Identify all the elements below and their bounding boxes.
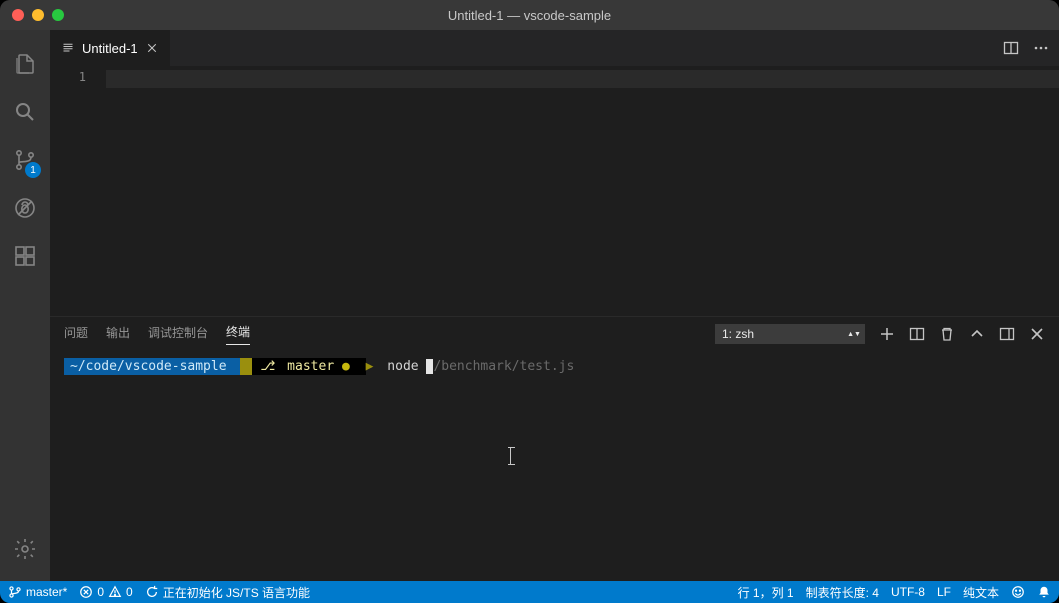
line-gutter: 1 — [50, 66, 106, 316]
terminal-prompt: ~/code/vscode-sample ⎇ master ● ▶ — [64, 358, 381, 375]
status-errors: 0 — [97, 585, 104, 599]
activity-bar: 1 — [0, 30, 50, 581]
layout-icon — [999, 326, 1015, 342]
branch-icon: ⎇ — [260, 359, 275, 374]
sync-icon — [145, 585, 159, 599]
minimize-window-button[interactable] — [32, 9, 44, 21]
editor-actions — [1003, 30, 1059, 66]
status-notifications[interactable] — [1037, 585, 1051, 599]
close-icon — [146, 42, 158, 54]
terminal-selector[interactable]: 1: zsh ▲▼ — [715, 324, 865, 344]
status-line-col[interactable]: 行 1，列 1 — [738, 584, 794, 601]
error-icon — [79, 585, 93, 599]
panel-actions: 1: zsh ▲▼ — [715, 324, 1045, 344]
status-warnings: 0 — [126, 585, 133, 599]
editor-area[interactable]: 1 — [50, 66, 1059, 316]
maximize-panel-button[interactable] — [969, 326, 985, 342]
panel-tab-terminal[interactable]: 终端 — [226, 323, 250, 345]
extensions-icon — [13, 244, 37, 268]
status-eol[interactable]: LF — [937, 585, 951, 599]
search-icon — [13, 100, 37, 124]
line-1[interactable] — [106, 70, 1059, 88]
status-tab-size[interactable]: 制表符长度: 4 — [806, 584, 879, 601]
status-bar: master* 0 0 正在初始化 JS/TS 语言功能 行 1，列 1 制表符… — [0, 581, 1059, 603]
kill-terminal-button[interactable] — [939, 326, 955, 342]
split-terminal-button[interactable] — [909, 326, 925, 342]
window-title: Untitled-1 — vscode-sample — [0, 8, 1059, 23]
extensions-tab[interactable] — [1, 232, 49, 280]
status-initializing[interactable]: 正在初始化 JS/TS 语言功能 — [145, 584, 310, 601]
editor-tab-untitled[interactable]: Untitled-1 — [50, 30, 170, 66]
prompt-cwd: ~/code/vscode-sample — [64, 358, 240, 375]
dirty-dot-icon: ● — [342, 359, 358, 374]
panel-tab-output[interactable]: 输出 — [106, 324, 130, 345]
search-tab[interactable] — [1, 88, 49, 136]
text-cursor-ibeam — [510, 447, 511, 465]
warning-icon — [108, 585, 122, 599]
status-problems[interactable]: 0 0 — [79, 585, 132, 599]
scm-badge: 1 — [25, 162, 41, 178]
chevron-up-icon — [969, 326, 985, 342]
close-window-button[interactable] — [12, 9, 24, 21]
smiley-icon — [1011, 585, 1025, 599]
ellipsis-icon — [1033, 40, 1049, 56]
split-icon — [909, 326, 925, 342]
vscode-window: Untitled-1 — vscode-sample 1 — [0, 0, 1059, 603]
settings-gear[interactable] — [1, 525, 49, 573]
close-icon — [1029, 326, 1045, 342]
more-actions-button[interactable] — [1033, 40, 1049, 56]
editor-panel-area: Untitled-1 1 — [50, 30, 1059, 581]
status-branch-label: master* — [26, 585, 67, 599]
status-feedback[interactable] — [1011, 585, 1025, 599]
source-control-tab[interactable]: 1 — [1, 136, 49, 184]
panel-tab-problems[interactable]: 问题 — [64, 324, 88, 345]
status-encoding[interactable]: UTF-8 — [891, 585, 925, 599]
tab-label: Untitled-1 — [82, 41, 138, 56]
status-initializing-label: 正在初始化 JS/TS 语言功能 — [163, 584, 310, 601]
status-branch[interactable]: master* — [8, 585, 67, 599]
panel-tab-debug-console[interactable]: 调试控制台 — [148, 324, 208, 345]
status-language[interactable]: 纯文本 — [963, 584, 999, 601]
bottom-panel: 问题 输出 调试控制台 终端 1: zsh ▲▼ — [50, 316, 1059, 581]
terminal[interactable]: ~/code/vscode-sample ⎇ master ● ▶ node /… — [50, 351, 1059, 581]
prompt-branch: master — [279, 359, 342, 374]
file-icon — [60, 42, 76, 54]
toggle-panel-position-button[interactable] — [999, 326, 1015, 342]
prompt-branch-segment: ⎇ master ● — [252, 358, 365, 375]
maximize-window-button[interactable] — [52, 9, 64, 21]
new-terminal-button[interactable] — [879, 326, 895, 342]
terminal-autosuggest: /benchmark/test.js — [433, 359, 574, 374]
split-icon — [1003, 40, 1019, 56]
trash-icon — [939, 326, 955, 342]
editor-lines[interactable] — [106, 66, 1059, 316]
explorer-tab[interactable] — [1, 40, 49, 88]
prompt-sep — [240, 358, 252, 375]
editor-tabs: Untitled-1 — [50, 30, 1059, 66]
debug-tab[interactable] — [1, 184, 49, 232]
line-number: 1 — [50, 70, 86, 84]
close-panel-button[interactable] — [1029, 326, 1045, 342]
panel-tabs: 问题 输出 调试控制台 终端 1: zsh ▲▼ — [50, 317, 1059, 351]
bell-icon — [1037, 585, 1051, 599]
titlebar: Untitled-1 — vscode-sample — [0, 0, 1059, 30]
close-tab-button[interactable] — [144, 40, 160, 56]
plus-icon — [879, 326, 895, 342]
terminal-command: node — [387, 359, 426, 374]
no-bug-icon — [13, 196, 37, 220]
prompt-arrow-icon: ▶ — [366, 359, 374, 374]
split-editor-button[interactable] — [1003, 40, 1019, 56]
stepper-icon: ▲▼ — [848, 325, 860, 343]
terminal-selector-label: 1: zsh — [722, 327, 754, 341]
gear-icon — [13, 537, 37, 561]
window-controls — [12, 9, 64, 21]
files-icon — [13, 52, 37, 76]
workbench-body: 1 Untitled-1 — [0, 30, 1059, 581]
git-branch-icon — [8, 585, 22, 599]
